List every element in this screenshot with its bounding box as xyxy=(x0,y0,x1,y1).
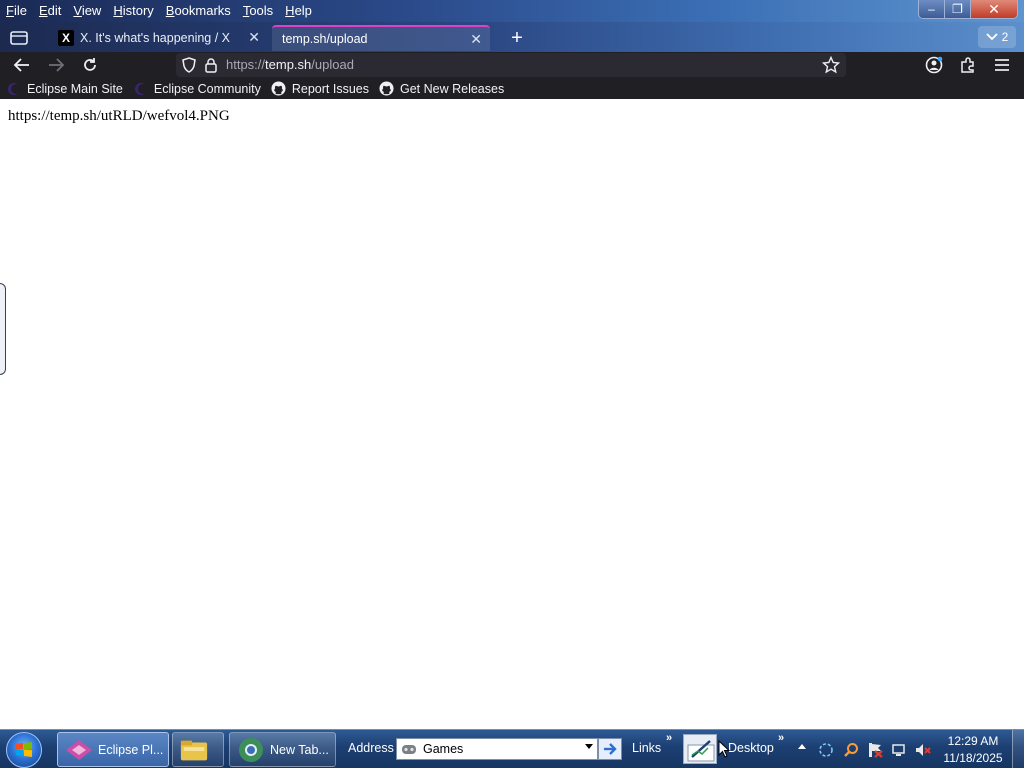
show-desktop-button[interactable] xyxy=(1012,730,1024,768)
task-label: Eclipse Pl... xyxy=(98,742,164,757)
menu-bar: File Edit View History Bookmarks Tools H… xyxy=(0,0,318,20)
network-icon[interactable] xyxy=(890,741,908,759)
bookmark-star-icon[interactable] xyxy=(822,56,840,74)
volume-muted-icon[interactable] xyxy=(914,741,932,759)
address-go-button[interactable] xyxy=(598,738,622,760)
taskbar-file-explorer[interactable] xyxy=(172,732,224,767)
bookmark-label: Get New Releases xyxy=(399,81,505,96)
menu-file[interactable]: File xyxy=(0,0,33,20)
bookmark-report-issues[interactable]: Report Issues xyxy=(271,80,369,98)
bookmark-eclipse-main-site[interactable]: Eclipse Main Site xyxy=(6,80,123,98)
minimize-button[interactable]: – xyxy=(919,0,945,18)
chrome-icon xyxy=(236,736,266,764)
menu-edit[interactable]: Edit xyxy=(33,0,67,20)
menu-view[interactable]: View xyxy=(67,0,107,20)
github-icon xyxy=(379,81,395,97)
navigation-bar: https://temp.sh/upload xyxy=(0,52,1024,78)
menu-bookmarks[interactable]: Bookmarks xyxy=(160,0,237,20)
task-label: New Tab... xyxy=(270,742,329,757)
account-icon xyxy=(925,56,943,74)
tab-count: 2 xyxy=(1001,30,1009,44)
tab-overflow-button[interactable]: 2 xyxy=(978,26,1016,48)
bookmark-label: Eclipse Community xyxy=(153,81,261,96)
eclipse-icon xyxy=(133,81,149,97)
tab-close-icon[interactable]: ✕ xyxy=(248,29,260,46)
desktop-toolbar-icon[interactable] xyxy=(683,734,717,764)
clock-time: 12:29 AM xyxy=(947,734,999,748)
lock-icon[interactable] xyxy=(202,56,220,74)
page-content: https://temp.sh/utRLD/wefvol4.PNG xyxy=(0,99,1024,729)
address-toolbar-input[interactable]: Games xyxy=(396,738,598,760)
address-value: Games xyxy=(423,742,464,756)
search-icon[interactable] xyxy=(842,741,860,759)
windows-taskbar: Eclipse Pl... New Tab... Address Games L… xyxy=(0,729,1024,768)
tab-list-icon xyxy=(10,31,28,45)
tracking-shield-icon[interactable] xyxy=(180,56,198,74)
new-tab-button[interactable]: + xyxy=(504,26,530,50)
bookmarks-toolbar: Eclipse Main Site Eclipse Community Repo… xyxy=(0,78,1024,99)
mouse-cursor-icon xyxy=(718,740,730,758)
reload-button[interactable] xyxy=(78,54,102,76)
taskbar-chrome-new-tab[interactable]: New Tab... xyxy=(229,732,336,767)
puzzle-piece-icon xyxy=(961,57,974,73)
tab-close-icon[interactable]: ✕ xyxy=(470,31,482,48)
action-center-alert-icon[interactable] xyxy=(866,741,884,759)
tab-title: temp.sh/upload xyxy=(282,32,368,46)
tab-x[interactable]: X X. It's what's happening / X ✕ xyxy=(50,25,268,51)
bookmark-get-new-releases[interactable]: Get New Releases xyxy=(379,80,504,98)
url-bar[interactable]: https://temp.sh/upload xyxy=(176,53,846,77)
account-button[interactable] xyxy=(922,54,946,76)
forward-arrow-icon xyxy=(49,58,65,72)
reload-icon xyxy=(84,58,96,71)
show-hidden-icons-arrow[interactable] xyxy=(798,744,806,749)
windows-logo-icon xyxy=(16,742,32,757)
links-chevron-icon[interactable]: » xyxy=(666,732,672,744)
file-explorer-icon xyxy=(179,736,209,764)
eclipse-icon xyxy=(6,81,22,97)
restore-button[interactable]: ❐ xyxy=(945,0,971,18)
window-title-bar: File Edit View History Bookmarks Tools H… xyxy=(0,0,1024,22)
menu-tools[interactable]: Tools xyxy=(237,0,279,20)
links-toolbar-label[interactable]: Links xyxy=(632,741,661,755)
go-arrow-icon xyxy=(604,743,617,755)
uploaded-file-url[interactable]: https://temp.sh/utRLD/wefvol4.PNG xyxy=(8,108,230,125)
menu-history[interactable]: History xyxy=(107,0,159,20)
bookmark-label: Report Issues xyxy=(291,81,369,96)
github-icon xyxy=(271,81,287,97)
tab-list-button[interactable] xyxy=(6,27,32,49)
clock-date: 11/18/2025 xyxy=(943,751,1003,765)
hamburger-menu-icon xyxy=(995,59,1009,71)
eclipse-ide-icon xyxy=(64,736,94,764)
url-text[interactable]: https://temp.sh/upload xyxy=(226,57,354,72)
chevron-down-icon xyxy=(986,33,998,41)
bookmark-eclipse-community[interactable]: Eclipse Community xyxy=(133,80,261,98)
x-logo-icon: X xyxy=(58,30,74,46)
bookmark-label: Eclipse Main Site xyxy=(27,81,123,96)
side-panel-handle[interactable] xyxy=(0,283,6,375)
address-toolbar-label: Address xyxy=(348,741,394,755)
menu-help[interactable]: Help xyxy=(279,0,318,20)
network-activity-icon[interactable] xyxy=(817,741,835,759)
system-clock[interactable]: 12:29 AM 11/18/2025 xyxy=(940,733,1006,767)
window-controls: – ❐ ✕ xyxy=(918,0,1018,19)
tab-temp-sh-upload[interactable]: temp.sh/upload ✕ xyxy=(272,25,490,51)
forward-button[interactable] xyxy=(44,54,68,76)
dropdown-arrow-icon[interactable] xyxy=(585,744,593,749)
app-menu-button[interactable] xyxy=(990,54,1014,76)
tab-strip: X X. It's what's happening / X ✕ temp.sh… xyxy=(0,22,1024,52)
back-button[interactable] xyxy=(10,54,34,76)
extensions-button[interactable] xyxy=(956,54,980,76)
taskbar-eclipse[interactable]: Eclipse Pl... xyxy=(57,732,169,767)
start-button[interactable] xyxy=(6,732,42,768)
close-window-button[interactable]: ✕ xyxy=(971,0,1017,18)
desktop-chevron-icon[interactable]: » xyxy=(778,732,784,744)
games-folder-icon xyxy=(402,745,416,754)
back-arrow-icon xyxy=(13,58,29,72)
tab-title: X. It's what's happening / X xyxy=(80,31,230,45)
desktop-toolbar-label[interactable]: Desktop xyxy=(728,741,774,755)
